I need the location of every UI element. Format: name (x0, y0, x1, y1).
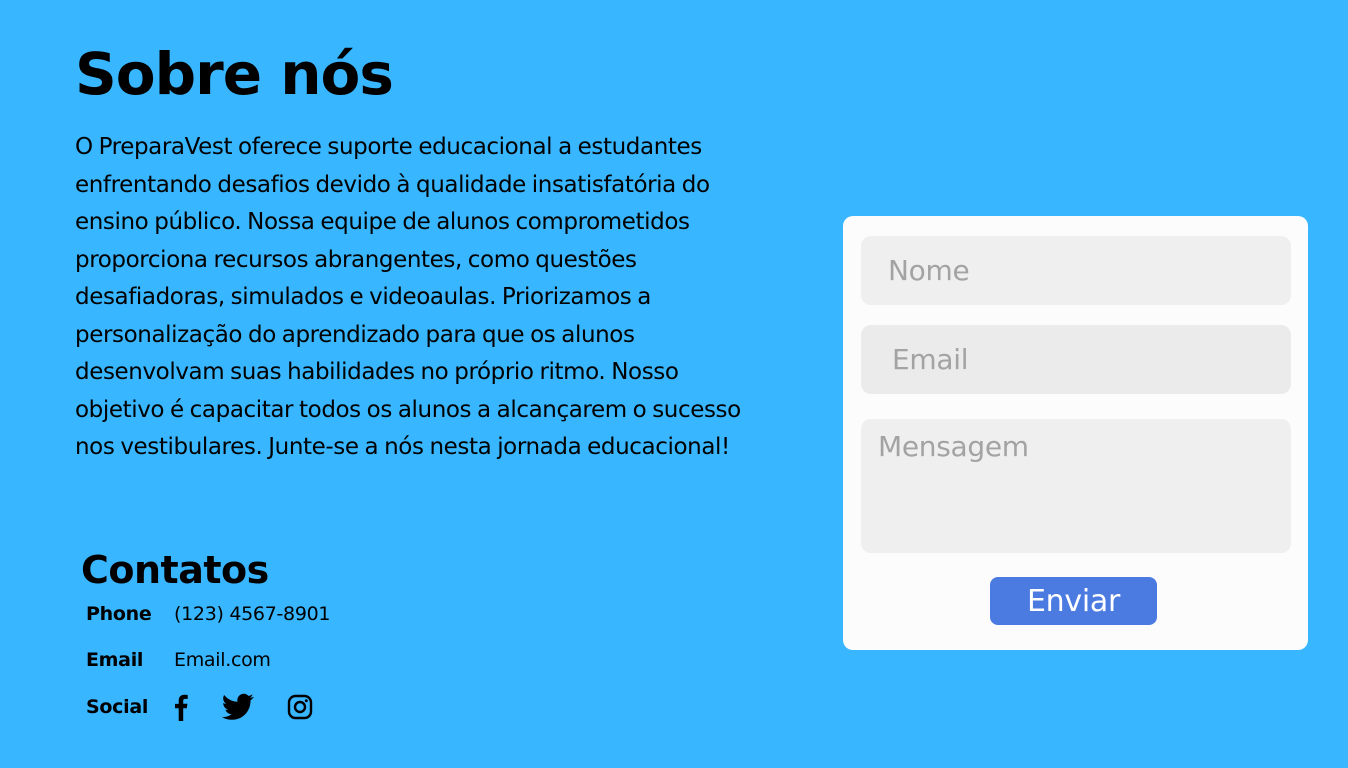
email-value: Email.com (174, 649, 271, 671)
send-button[interactable]: Enviar (990, 577, 1157, 625)
phone-value: (123) 4567-8901 (174, 603, 331, 625)
email-input[interactable] (861, 325, 1291, 394)
message-textarea[interactable] (861, 419, 1291, 553)
contact-form: Enviar (843, 216, 1308, 650)
name-input[interactable] (861, 236, 1291, 305)
about-description: O PreparaVest oferece suporte educaciona… (75, 134, 741, 460)
social-label: Social (86, 696, 149, 718)
twitter-icon[interactable] (222, 693, 254, 721)
about-title: Sobre nós (75, 40, 394, 108)
contact-row-email: Email Email.com (86, 645, 271, 675)
contact-row-social: Social (86, 692, 313, 722)
phone-label: Phone (86, 603, 152, 625)
contact-row-phone: Phone (123) 4567-8901 (86, 599, 331, 629)
instagram-icon[interactable] (287, 694, 313, 720)
social-icons (174, 693, 313, 721)
email-label: Email (86, 649, 144, 671)
facebook-icon[interactable] (174, 693, 188, 721)
contacts-title: Contatos (81, 548, 269, 592)
